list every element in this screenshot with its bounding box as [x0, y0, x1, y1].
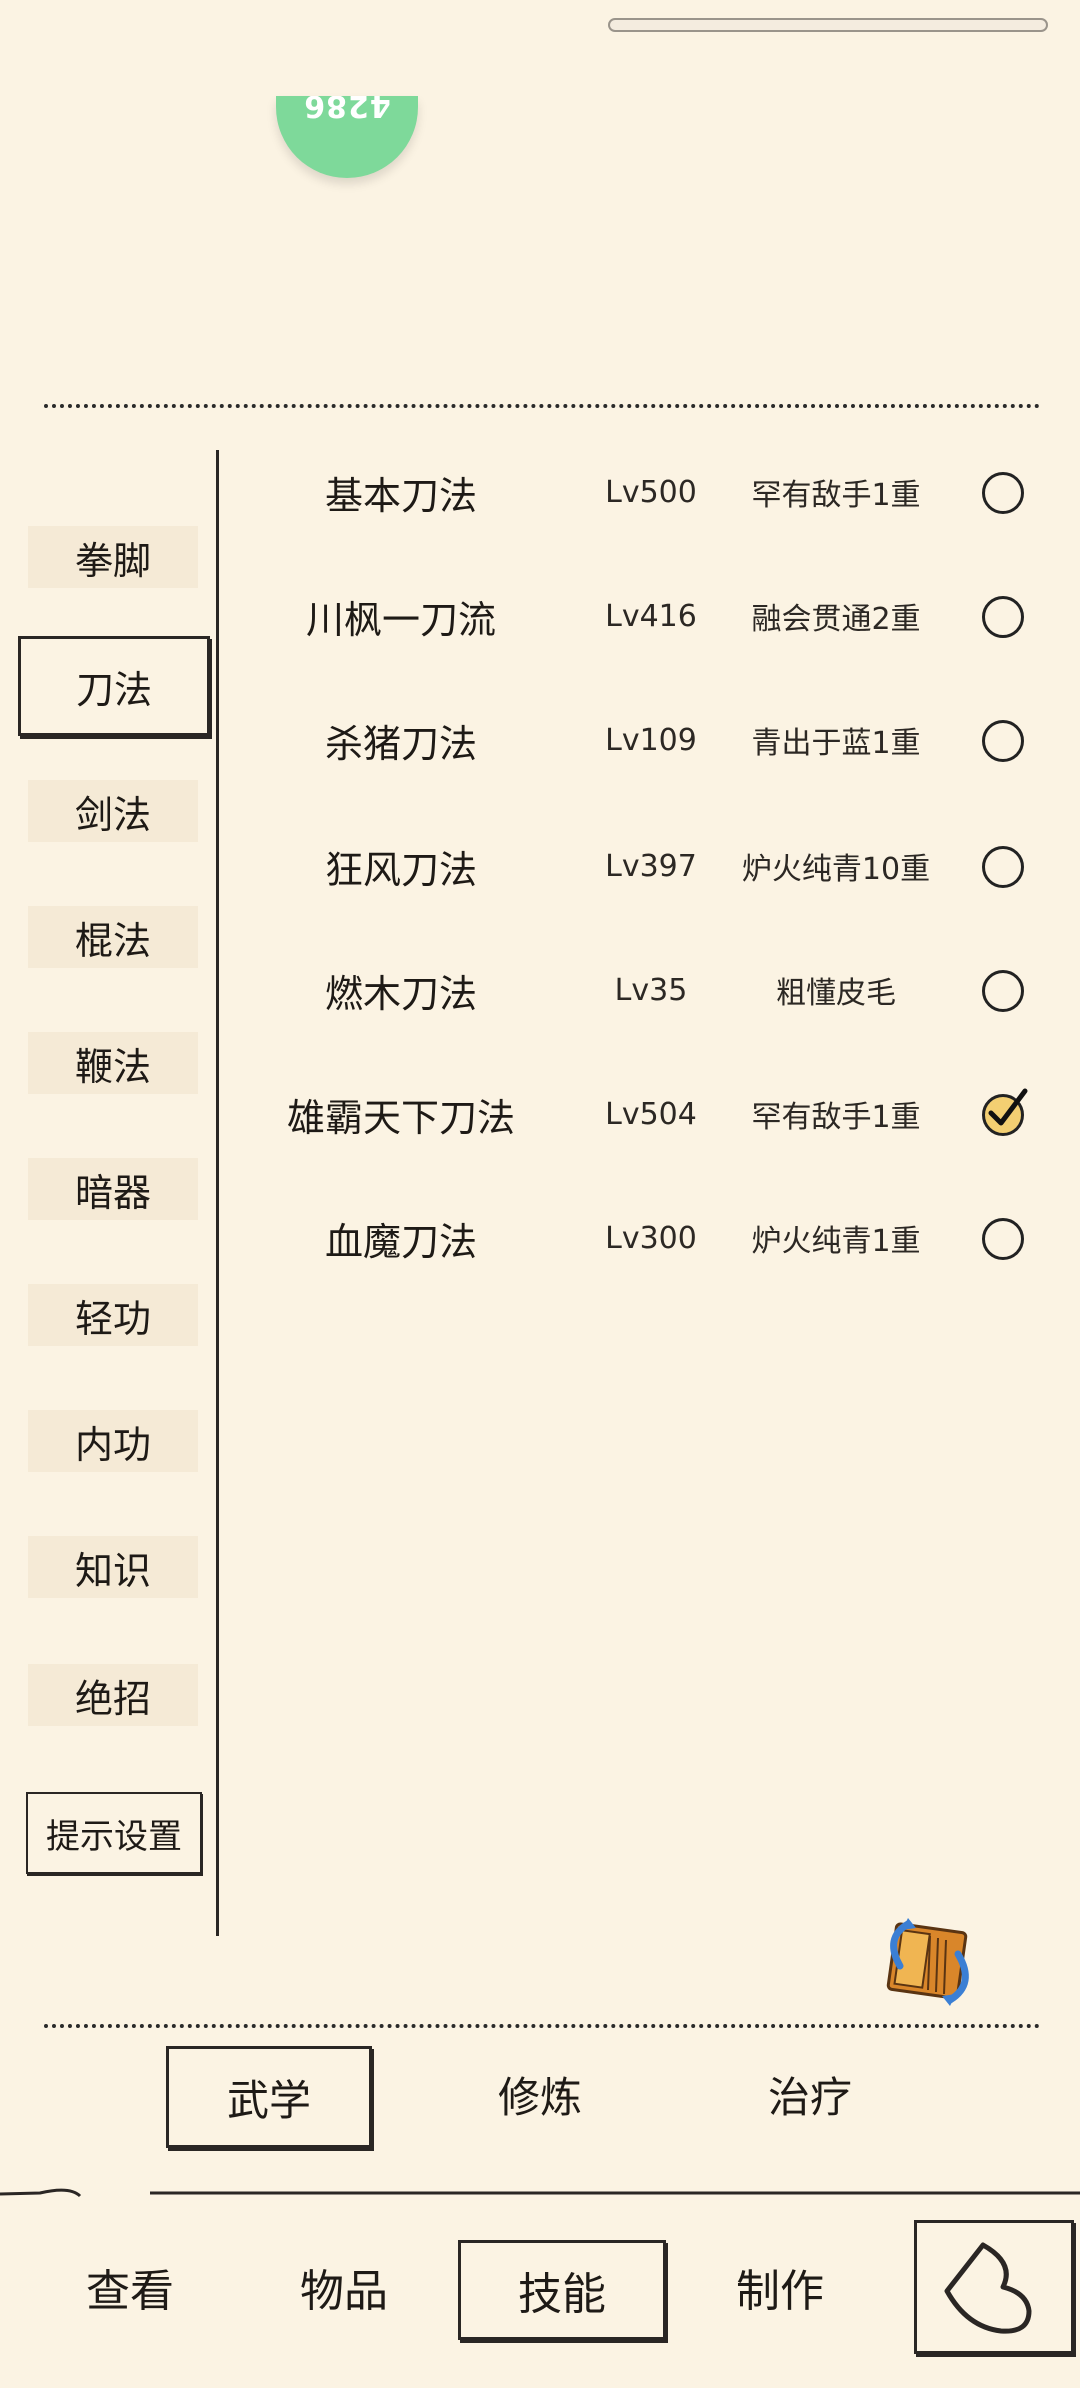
skill-name: 血魔刀法	[324, 1219, 477, 1264]
nav-chakan[interactable]: 查看	[40, 2240, 220, 2334]
skill-rank: 罕有敌手1重	[751, 478, 921, 513]
skill-level: Lv500	[605, 474, 697, 510]
tab-zhiliao[interactable]: 治疗	[710, 2046, 910, 2142]
skill-level: Lv300	[605, 1220, 697, 1256]
sidebar-item-bianfa[interactable]: 鞭法	[28, 1032, 198, 1094]
sidebar-item-qinggong[interactable]: 轻功	[28, 1284, 198, 1346]
skill-name: 雄霸天下刀法	[286, 1095, 515, 1140]
sidebar-item-gunfa[interactable]: 棍法	[28, 906, 198, 968]
avatar-value: 4286	[303, 96, 391, 123]
skill-row[interactable]: 基本刀法 Lv500 罕有敌手1重	[236, 452, 1056, 532]
sidebar-item-anqi[interactable]: 暗器	[28, 1158, 198, 1220]
nav-label: 物品	[300, 2266, 388, 2317]
sidebar-item-label: 刀法	[75, 667, 152, 712]
nav-label: 制作	[736, 2266, 824, 2317]
sidebar-item-label: 剑法	[74, 792, 151, 837]
tab-label: 治疗	[767, 2072, 852, 2122]
sidebar-item-label: 拳脚	[74, 538, 151, 583]
sidebar-item-label: 内功	[74, 1422, 151, 1467]
nav-jineng[interactable]: 技能	[458, 2240, 666, 2340]
skill-name: 杀猪刀法	[324, 721, 477, 766]
skill-rank: 青出于蓝1重	[751, 726, 921, 761]
nav-label: 技能	[518, 2269, 606, 2320]
sidebar-item-juezhao[interactable]: 绝招	[28, 1664, 198, 1726]
bottom-dotted-divider	[44, 2024, 1040, 2028]
sidebar-item-label: 棍法	[74, 918, 151, 963]
back-button[interactable]	[914, 2220, 1074, 2354]
book-swap-icon[interactable]	[878, 1918, 982, 2006]
top-scroll-pill	[608, 18, 1048, 32]
skill-select-radio[interactable]	[982, 970, 1024, 1012]
tab-xiulian[interactable]: 修炼	[440, 2046, 640, 2142]
skill-select-radio-checked[interactable]	[982, 1088, 1028, 1136]
sidebar-item-label: 知识	[74, 1548, 151, 1593]
skill-level: Lv416	[605, 598, 697, 634]
skill-rank: 炉火纯青1重	[751, 1224, 921, 1259]
skill-name: 川枫一刀流	[305, 597, 496, 642]
sidebar-item-label: 轻功	[74, 1296, 151, 1341]
skill-rank: 粗懂皮毛	[776, 976, 896, 1011]
sidebar-item-jianfa[interactable]: 剑法	[28, 780, 198, 842]
skill-level: Lv397	[605, 848, 697, 884]
sidebar-item-neigong[interactable]: 内功	[28, 1410, 198, 1472]
skill-select-radio[interactable]	[982, 472, 1024, 514]
player-avatar-badge[interactable]: 4286	[276, 96, 418, 178]
tab-wuxue[interactable]: 武学	[166, 2046, 372, 2148]
skill-select-radio[interactable]	[982, 596, 1024, 638]
skill-row[interactable]: 燃木刀法 Lv35 粗懂皮毛	[236, 950, 1056, 1030]
sidebar-item-label: 绝招	[74, 1676, 151, 1721]
skill-select-radio[interactable]	[982, 846, 1024, 888]
skill-name: 基本刀法	[324, 473, 477, 518]
skill-row[interactable]: 狂风刀法 Lv397 炉火纯青10重	[236, 826, 1056, 906]
nav-wupin[interactable]: 物品	[254, 2240, 434, 2334]
skill-level: Lv504	[605, 1096, 697, 1132]
sidebar-item-quanjiao[interactable]: 拳脚	[28, 526, 198, 588]
sidebar-item-daofa[interactable]: 刀法	[18, 636, 210, 736]
skill-row[interactable]: 雄霸天下刀法 Lv504 罕有敌手1重	[236, 1074, 1056, 1154]
sidebar-item-label: 鞭法	[74, 1044, 151, 1089]
skill-select-radio[interactable]	[982, 1218, 1024, 1260]
tab-label: 武学	[226, 2075, 311, 2125]
top-dotted-divider	[44, 404, 1040, 408]
sidebar-item-zhishi[interactable]: 知识	[28, 1536, 198, 1598]
nav-label: 查看	[86, 2266, 174, 2317]
hint-settings-button[interactable]: 提示设置	[26, 1792, 202, 1874]
skill-rank: 融会贯通2重	[751, 602, 921, 637]
skill-level: Lv35	[614, 972, 688, 1008]
skill-row[interactable]: 川枫一刀流 Lv416 融会贯通2重	[236, 576, 1056, 656]
skill-name: 狂风刀法	[324, 847, 477, 892]
skill-row[interactable]: 血魔刀法 Lv300 炉火纯青1重	[236, 1198, 1056, 1278]
brush-divider	[0, 2188, 1080, 2198]
hint-settings-label: 提示设置	[46, 1816, 182, 1857]
tab-label: 修炼	[497, 2072, 582, 2122]
skill-rank: 罕有敌手1重	[751, 1100, 921, 1135]
checkmark-icon	[988, 1088, 1028, 1126]
skill-select-radio[interactable]	[982, 720, 1024, 762]
nav-zhizuo[interactable]: 制作	[690, 2240, 870, 2334]
skill-level: Lv109	[605, 722, 697, 758]
sidebar-item-label: 暗器	[74, 1170, 151, 1215]
sidebar-divider	[216, 450, 219, 1936]
skill-row[interactable]: 杀猪刀法 Lv109 青出于蓝1重	[236, 700, 1056, 780]
skill-name: 燃木刀法	[324, 971, 477, 1016]
skill-rank: 炉火纯青10重	[741, 852, 931, 887]
back-arrow-icon	[944, 2242, 1032, 2334]
